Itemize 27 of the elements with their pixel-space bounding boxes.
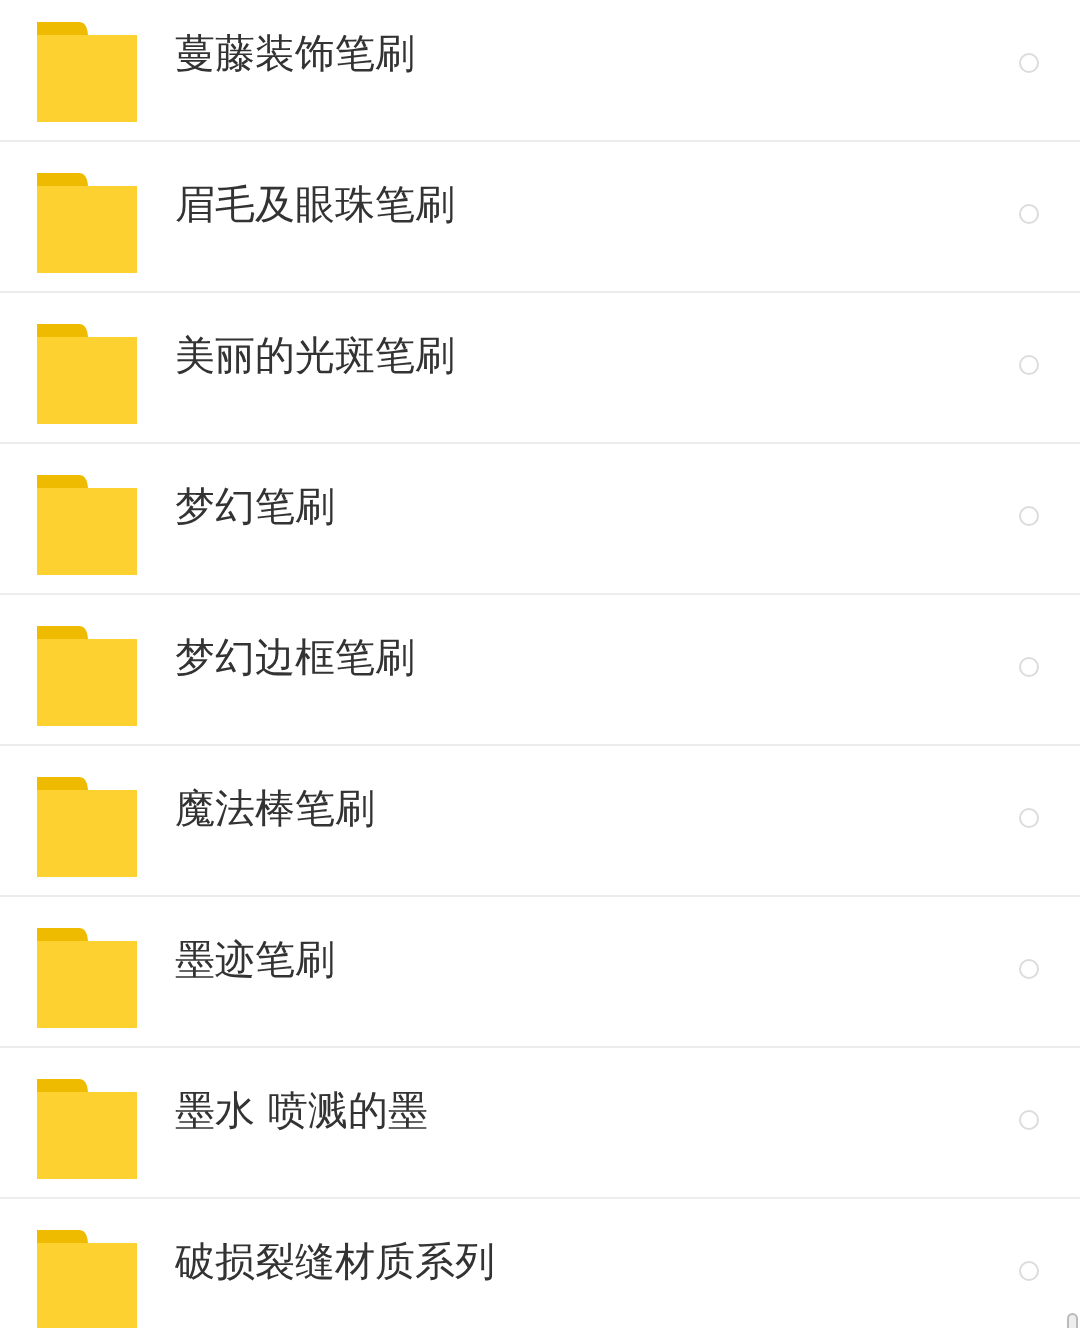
folder-icon	[37, 22, 137, 122]
folder-icon	[37, 1230, 137, 1328]
folder-icon	[37, 475, 137, 575]
radio-button[interactable]	[1019, 506, 1039, 526]
folder-name: 梦幻笔刷	[175, 483, 336, 529]
folder-icon	[37, 1079, 137, 1179]
radio-button[interactable]	[1019, 1261, 1039, 1281]
radio-button[interactable]	[1019, 808, 1039, 828]
radio-button[interactable]	[1019, 355, 1039, 375]
folder-name: 破损裂缝材质系列	[175, 1238, 496, 1284]
radio-button[interactable]	[1019, 959, 1039, 979]
folder-name: 美丽的光斑笔刷	[175, 332, 456, 378]
folder-name: 魔法棒笔刷	[175, 785, 376, 831]
folder-icon	[37, 626, 137, 726]
folder-name: 蔓藤装饰笔刷	[175, 30, 416, 76]
radio-button[interactable]	[1019, 204, 1039, 224]
radio-button[interactable]	[1019, 1110, 1039, 1130]
radio-button[interactable]	[1019, 657, 1039, 677]
folder-icon	[37, 928, 137, 1028]
radio-button[interactable]	[1019, 53, 1039, 73]
folder-name: 梦幻边框笔刷	[175, 634, 416, 680]
folder-name: 墨迹笔刷	[175, 936, 336, 982]
folder-icon	[37, 324, 137, 424]
folder-name: 墨水 喷溅的墨	[175, 1087, 429, 1133]
folder-icon	[37, 777, 137, 877]
folder-icon	[37, 173, 137, 273]
folder-name: 眉毛及眼珠笔刷	[175, 181, 456, 227]
